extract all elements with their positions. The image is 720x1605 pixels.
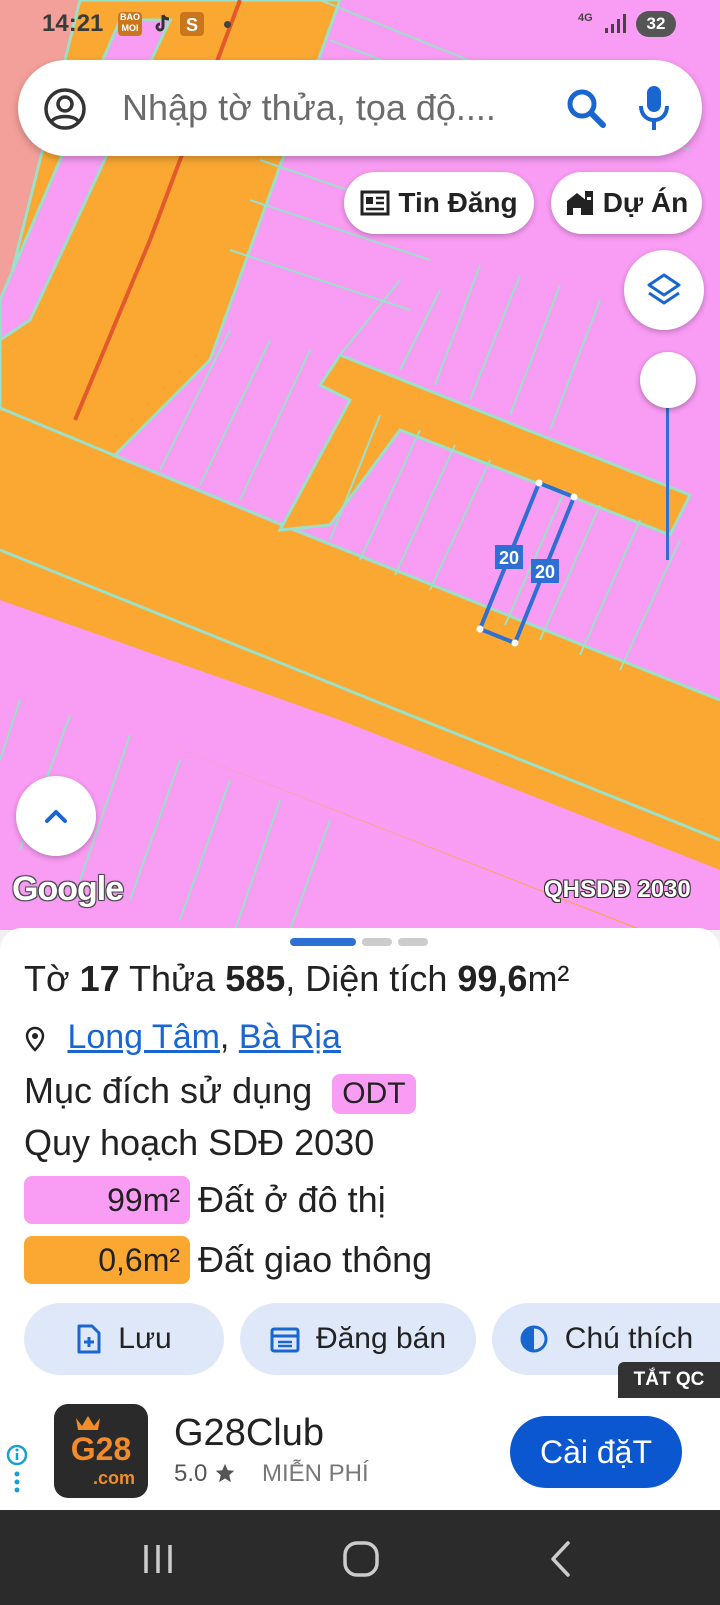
ad-price: MIỄN PHÍ	[262, 1460, 369, 1487]
area-prefix: , Diện tích	[285, 958, 448, 999]
ad-rating: 5.0	[174, 1460, 236, 1488]
status-bar: 14:21 BAO MOI S 4G 32	[0, 0, 720, 48]
baomoi-icon: BAO MOI	[118, 12, 142, 36]
chip-label: Dự Án	[602, 187, 689, 218]
save-file-icon	[77, 1324, 101, 1354]
project-chip[interactable]: Dự Án	[551, 172, 702, 234]
land-type-label: Đất giao thông	[198, 1239, 433, 1280]
parcel-location: Long Tâm, Bà Rịa	[24, 1018, 341, 1057]
rating-value: 5.0	[174, 1460, 208, 1487]
close-ad-button[interactable]: TẮT QC	[618, 1362, 720, 1398]
area-value: 99,6	[457, 958, 528, 999]
page-indicator-active	[290, 938, 356, 946]
search-icon[interactable]	[564, 86, 608, 130]
ad-info-icon[interactable]	[6, 1444, 28, 1494]
back-icon[interactable]	[548, 1540, 574, 1578]
newspaper-icon	[360, 190, 390, 216]
page-indicator	[398, 938, 428, 946]
recent-apps-icon[interactable]	[140, 1542, 176, 1576]
expand-button[interactable]	[16, 776, 96, 856]
usage-purpose-label: Mục đích sử dụng	[24, 1070, 313, 1111]
notification-dot-icon	[224, 21, 231, 28]
battery-indicator: 32	[636, 11, 676, 37]
usage-purpose-row: Mục đích sử dụng ODT	[24, 1070, 416, 1114]
building-icon	[566, 191, 593, 215]
star-icon	[215, 1463, 235, 1483]
lot-number: 585	[225, 958, 286, 999]
status-time: 14:21	[42, 10, 104, 37]
location-pin-icon	[25, 1026, 45, 1052]
area-unit: m²	[527, 958, 570, 999]
land-type-label: Đất ở đô thị	[198, 1179, 386, 1220]
news-listing-chip[interactable]: Tin Đăng	[344, 172, 534, 234]
network-type: 4G	[578, 12, 593, 24]
ward-link[interactable]: Long Tâm	[67, 1018, 219, 1056]
system-navigation-bar	[0, 1510, 720, 1605]
app-logo[interactable]: G28 .com	[54, 1404, 148, 1498]
map-view[interactable]: 20 20 14:21 BAO MOI S 4G 32 Nhập tờ thửa,…	[0, 0, 720, 930]
ad-app-name[interactable]: G28Club	[174, 1412, 324, 1455]
home-icon[interactable]	[342, 1540, 380, 1578]
account-icon[interactable]	[44, 88, 86, 130]
logo-subtext: .com	[93, 1468, 135, 1488]
save-button[interactable]: Lưu	[24, 1303, 224, 1375]
usage-code-badge: ODT	[332, 1074, 416, 1114]
lot-prefix: Thửa	[129, 958, 216, 999]
signal-icon	[605, 14, 626, 33]
page-indicator	[362, 938, 392, 946]
ad-banner[interactable]: G28 .com G28Club 5.0 MIỄN PHÍ Cài đặT	[0, 1398, 720, 1510]
search-input[interactable]: Nhập tờ thửa, tọa độ....	[122, 87, 496, 129]
legend-label: Chú thích	[564, 1322, 694, 1355]
logo-text: G28	[71, 1431, 131, 1467]
svg-text:S: S	[186, 15, 198, 35]
parcel-title: Tờ 17 Thửa 585, Diện tích 99,6m²	[24, 958, 569, 1000]
post-for-sale-label: Đăng bán	[315, 1322, 447, 1355]
location-separator: ,	[219, 1018, 230, 1056]
contrast-icon	[520, 1325, 548, 1353]
microphone-icon[interactable]	[638, 84, 670, 132]
calendar-icon	[270, 1327, 300, 1353]
search-bar[interactable]: Nhập tờ thửa, tọa độ....	[18, 60, 702, 156]
install-button[interactable]: Cài đặT	[510, 1416, 682, 1488]
shopee-icon: S	[180, 12, 204, 36]
chip-label: Tin Đăng	[398, 187, 518, 218]
sheet-prefix: Tờ	[24, 958, 70, 999]
area-swatch-traffic: 0,6m²	[24, 1236, 190, 1284]
post-for-sale-button[interactable]: Đăng bán	[240, 1303, 476, 1375]
save-label: Lưu	[118, 1322, 172, 1355]
parcel-edge-label: 20	[535, 562, 555, 582]
google-logo: Google	[12, 870, 124, 908]
parcel-edge-label: 20	[499, 548, 519, 568]
layers-icon	[647, 273, 681, 305]
area-swatch-residential: 99m²	[24, 1176, 190, 1224]
plan-title: Quy hoạch SDĐ 2030	[24, 1122, 375, 1163]
sheet-number: 17	[79, 958, 120, 999]
plan-year-label: QHSDĐ 2030	[544, 876, 691, 903]
chevron-up-icon	[45, 810, 67, 823]
tiktok-icon	[150, 12, 174, 36]
opacity-slider-handle[interactable]	[640, 352, 696, 408]
layers-button[interactable]	[624, 250, 704, 330]
city-link[interactable]: Bà Rịa	[239, 1018, 341, 1056]
